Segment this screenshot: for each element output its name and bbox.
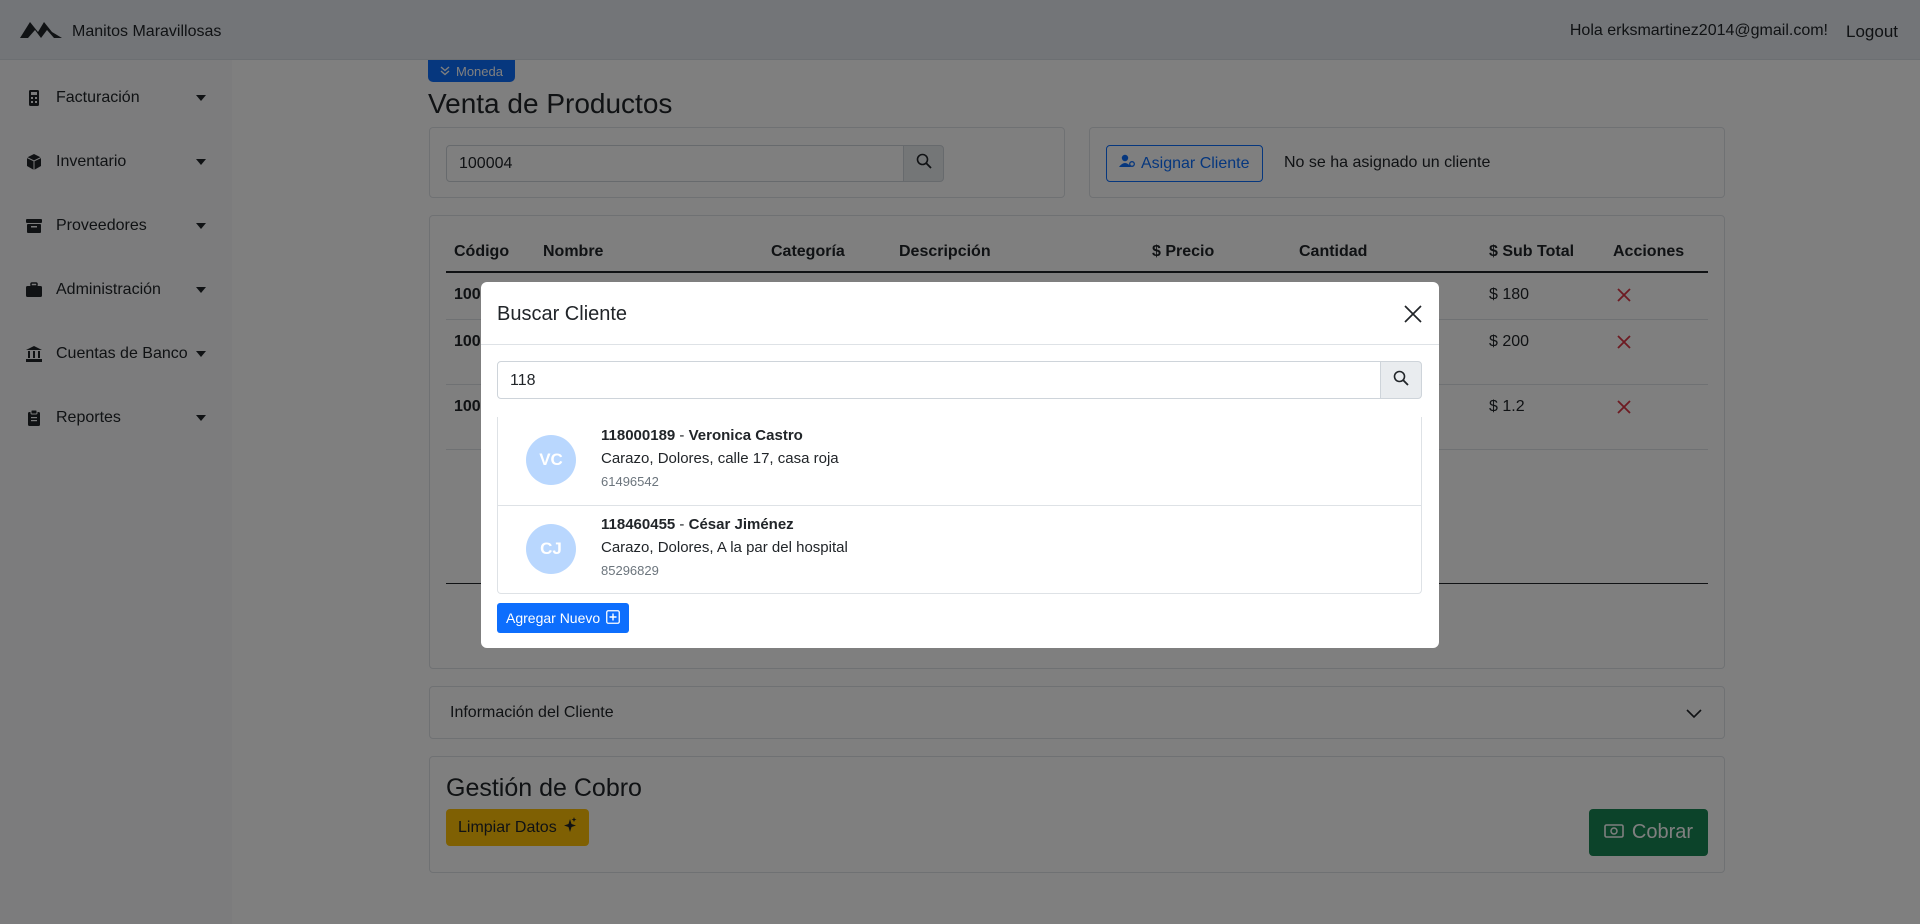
client-separator: - xyxy=(675,427,689,444)
client-search-button[interactable] xyxy=(1380,361,1422,399)
modal-title: Buscar Cliente xyxy=(497,303,628,325)
avatar: VC xyxy=(526,435,576,485)
client-address: Carazo, Dolores, A la par del hospital xyxy=(601,539,848,556)
client-id: 118460455 xyxy=(601,516,676,533)
client-name: Veronica Castro xyxy=(688,427,803,444)
client-result-item[interactable]: VC 118000189 - Veronica Castro Carazo, D… xyxy=(498,417,1421,505)
add-new-client-button[interactable]: Agregar Nuevo xyxy=(497,603,630,633)
client-phone: 61496542 xyxy=(601,474,659,489)
client-search-input[interactable]: 118 xyxy=(497,361,1381,399)
avatar: CJ xyxy=(526,524,576,574)
client-result-item[interactable]: CJ 118460455 - César Jiménez Carazo, Dol… xyxy=(498,505,1421,593)
client-separator: - xyxy=(675,516,689,533)
client-results-list: VC 118000189 - Veronica Castro Carazo, D… xyxy=(497,417,1422,594)
add-new-label: Agregar Nuevo xyxy=(506,610,601,626)
search-client-modal: Buscar Cliente 118 VC 118000189 - Veroni… xyxy=(481,282,1439,648)
plus-square-icon xyxy=(606,609,621,627)
search-icon xyxy=(1393,370,1409,391)
client-id: 118000189 xyxy=(601,427,676,444)
client-result-title: 118000189 - Veronica Castro xyxy=(601,427,803,444)
modal-header-divider xyxy=(481,344,1439,345)
client-address: Carazo, Dolores, calle 17, casa roja xyxy=(601,450,839,467)
client-result-title: 118460455 - César Jiménez xyxy=(601,516,794,533)
client-phone: 85296829 xyxy=(601,563,659,578)
close-icon[interactable] xyxy=(1403,304,1423,324)
client-name: César Jiménez xyxy=(688,516,794,533)
